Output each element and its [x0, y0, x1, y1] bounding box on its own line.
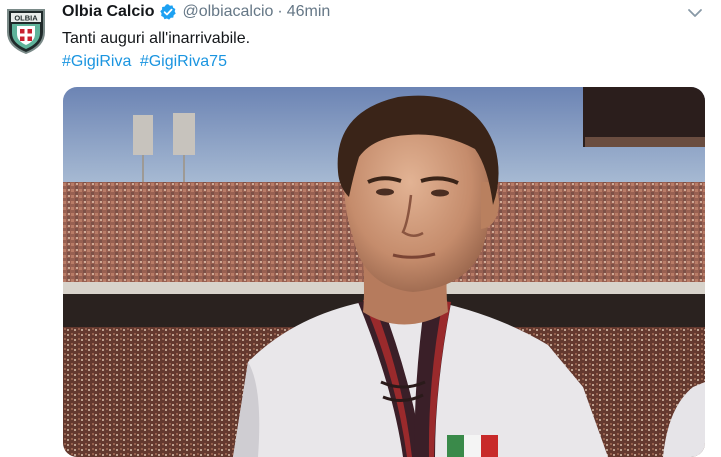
display-name[interactable]: Olbia Calcio — [62, 2, 154, 22]
tweet: OLBIA Olbia Calcio @olbiacalcio · 46min … — [0, 0, 721, 457]
verified-badge-icon — [159, 3, 177, 21]
timestamp[interactable]: 46min — [287, 2, 331, 22]
hashtag-gigiriva75[interactable]: #GigiRiva75 — [140, 53, 227, 70]
avatar[interactable]: OLBIA — [5, 6, 47, 55]
tweet-text: Tanti auguri all'inarrivabile. — [62, 30, 251, 47]
avatar-crest-text: OLBIA — [14, 14, 38, 23]
tweet-photo[interactable] — [63, 87, 705, 457]
hashtag-gigiriva[interactable]: #GigiRiva — [62, 53, 131, 70]
tweet-header: Olbia Calcio @olbiacalcio · 46min — [62, 2, 330, 22]
hashtags: #GigiRiva #GigiRiva75 — [62, 51, 231, 73]
chevron-down-icon[interactable] — [684, 4, 706, 22]
handle[interactable]: @olbiacalcio — [182, 2, 273, 22]
separator: · — [277, 3, 283, 20]
